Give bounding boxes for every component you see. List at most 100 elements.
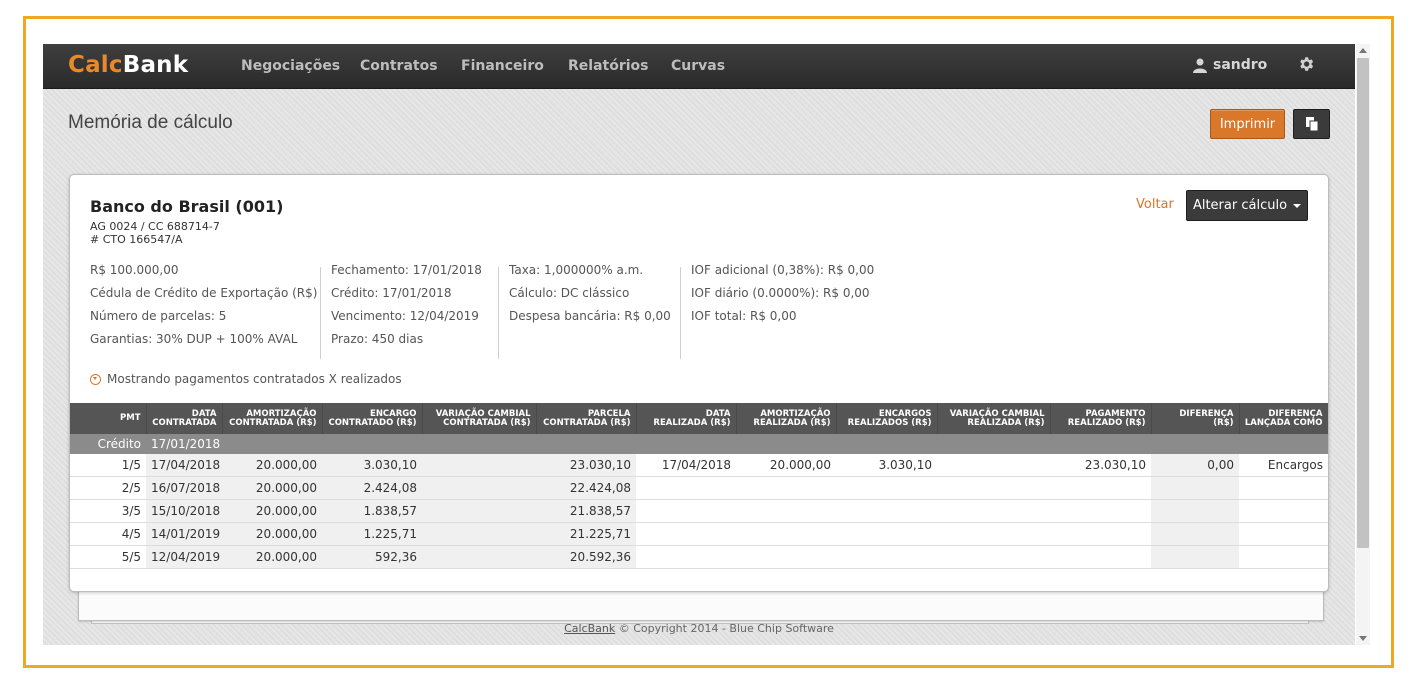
table-cell — [1050, 499, 1151, 523]
table-cell — [1239, 476, 1328, 500]
table-cell — [422, 499, 536, 523]
table-cell — [836, 499, 937, 523]
table-cell: 20.592,36 — [536, 545, 636, 569]
table-cell: 592,36 — [322, 545, 422, 569]
table-cell: 20.000,00 — [222, 499, 322, 523]
table-cell — [1151, 476, 1239, 500]
table-cell — [636, 476, 736, 500]
table-cell — [937, 499, 1050, 523]
table-cell — [836, 522, 937, 546]
table-cell — [937, 434, 1050, 454]
divider — [498, 267, 499, 359]
column-header: DATA CONTRATADA — [146, 403, 223, 434]
alter-calculation-button[interactable]: Alterar cálculo — [1186, 190, 1308, 221]
table-cell — [422, 522, 536, 546]
table-cell: 1.225,71 — [322, 522, 422, 546]
gear-icon[interactable] — [1297, 55, 1315, 73]
table-cell: 2/5 — [70, 476, 146, 500]
table-cell: 20.000,00 — [222, 522, 322, 546]
user-menu[interactable]: sandro — [1193, 57, 1267, 73]
credit-row: Crédito 17/01/2018 — [70, 434, 1328, 454]
print-button[interactable]: Imprimir — [1210, 109, 1285, 139]
scroll-thumb[interactable] — [1357, 58, 1369, 548]
table-cell: 3/5 — [70, 499, 146, 523]
column-header-line: REALIZADA (R$) — [653, 417, 731, 428]
table-cell — [1050, 476, 1151, 500]
table-cell: 23.030,10 — [1050, 454, 1151, 477]
table-cell — [222, 434, 322, 454]
table-row: 1/5 17/04/2018 20.000,00 3.030,10 23.030,10 1… — [70, 454, 1328, 477]
table-cell — [937, 476, 1050, 500]
info-amount: R$ 100.000,00 — [90, 263, 179, 277]
table-header-row: PMT DATA CONTRATADA AMORTIZAÇÃO CONTRATADA (… — [70, 403, 1328, 434]
table-cell: 1/5 — [70, 454, 146, 477]
column-header-line: REALIZADA (R$) — [753, 417, 831, 428]
table-cell: 5/5 — [70, 545, 146, 569]
column-header-line: (R$) — [1213, 417, 1234, 428]
column-header: PARCELA CONTRATADA (R$) — [536, 403, 637, 434]
scroll-down-icon[interactable] — [1359, 636, 1367, 641]
chevron-down-circle-icon — [90, 373, 101, 385]
divider — [680, 267, 681, 359]
table-cell — [1151, 434, 1239, 454]
nav-relatorios[interactable]: Relatórios — [568, 58, 649, 74]
column-header: PMT — [70, 403, 147, 434]
column-header-line: LANÇADA COMO — [1244, 417, 1323, 428]
table-cell: 17/01/2018 — [146, 434, 222, 454]
table-cell — [1050, 522, 1151, 546]
table-cell: 21.838,57 — [536, 499, 636, 523]
bank-agency: AG 0024 / CC 688714-7 — [90, 220, 220, 233]
table-cell: 23.030,10 — [536, 454, 636, 477]
table-cell: 12/04/2019 — [146, 545, 222, 569]
table-cell — [836, 476, 937, 500]
brand-part1: Calc — [68, 52, 123, 78]
info-guarantees: Garantias: 30% DUP + 100% AVAL — [90, 332, 298, 346]
column-header-line: PMT — [120, 413, 141, 423]
table-cell — [736, 522, 836, 546]
table-cell — [1239, 522, 1328, 546]
table-cell — [536, 434, 636, 454]
column-header: PAGAMENTO REALIZADO (R$) — [1050, 403, 1152, 434]
info-column-3: Taxa: 1,000000% a.m. Cálculo: DC clássic… — [509, 263, 671, 332]
table-cell — [1151, 499, 1239, 523]
vertical-scrollbar[interactable] — [1356, 44, 1370, 645]
copy-button[interactable] — [1293, 109, 1330, 139]
nav-curvas[interactable]: Curvas — [671, 58, 725, 74]
table-cell — [636, 522, 736, 546]
payments-table: PMT DATA CONTRATADA AMORTIZAÇÃO CONTRATADA (… — [70, 403, 1328, 569]
app-viewport: CalcBank Negociações Contratos Financeir… — [43, 44, 1355, 645]
divider — [320, 267, 321, 359]
footer-link[interactable]: CalcBank — [564, 622, 615, 635]
column-header: ENCARGO CONTRATADO (R$) — [322, 403, 423, 434]
table-cell: 14/01/2019 — [146, 522, 222, 546]
payments-toggle[interactable]: Mostrando pagamentos contratados X reali… — [90, 372, 402, 386]
info-column-2: Fechamento: 17/01/2018 Crédito: 17/01/20… — [331, 263, 482, 355]
caret-down-icon — [1293, 203, 1302, 208]
table-cell — [736, 499, 836, 523]
nav-financeiro[interactable]: Financeiro — [461, 58, 544, 74]
brand-logo[interactable]: CalcBank — [68, 52, 188, 78]
nav-negociacoes[interactable]: Negociações — [241, 58, 340, 74]
table-cell — [937, 454, 1050, 477]
scroll-up-icon[interactable] — [1359, 48, 1367, 53]
table-cell — [1239, 545, 1328, 569]
column-header-line: REALIZADO (R$) — [1067, 417, 1146, 428]
info-installments: Número de parcelas: 5 — [90, 309, 227, 323]
contract-number: # CTO 166547/A — [90, 233, 183, 246]
back-link[interactable]: Voltar — [1136, 197, 1174, 212]
table-cell — [636, 434, 736, 454]
info-calculation: Cálculo: DC clássico — [509, 286, 630, 300]
nav-contratos[interactable]: Contratos — [360, 58, 438, 74]
table-cell: 22.424,08 — [536, 476, 636, 500]
table-cell: 20.000,00 — [222, 454, 322, 477]
column-header-line: REALIZADA (R$) — [967, 417, 1045, 428]
column-header: VARIAÇÃO CAMBIAL CONTRATADA (R$) — [422, 403, 537, 434]
user-name: sandro — [1213, 57, 1268, 73]
table-row: 5/5 12/04/2019 20.000,00 592,36 20.592,36 — [70, 545, 1328, 569]
user-icon — [1193, 58, 1207, 73]
table-cell: 2.424,08 — [322, 476, 422, 500]
copy-icon — [1305, 117, 1318, 132]
table-row: 4/5 14/01/2019 20.000,00 1.225,71 21.225,71 — [70, 522, 1328, 546]
info-rate: Taxa: 1,000000% a.m. — [509, 263, 644, 277]
brand-part2: Bank — [122, 52, 189, 78]
